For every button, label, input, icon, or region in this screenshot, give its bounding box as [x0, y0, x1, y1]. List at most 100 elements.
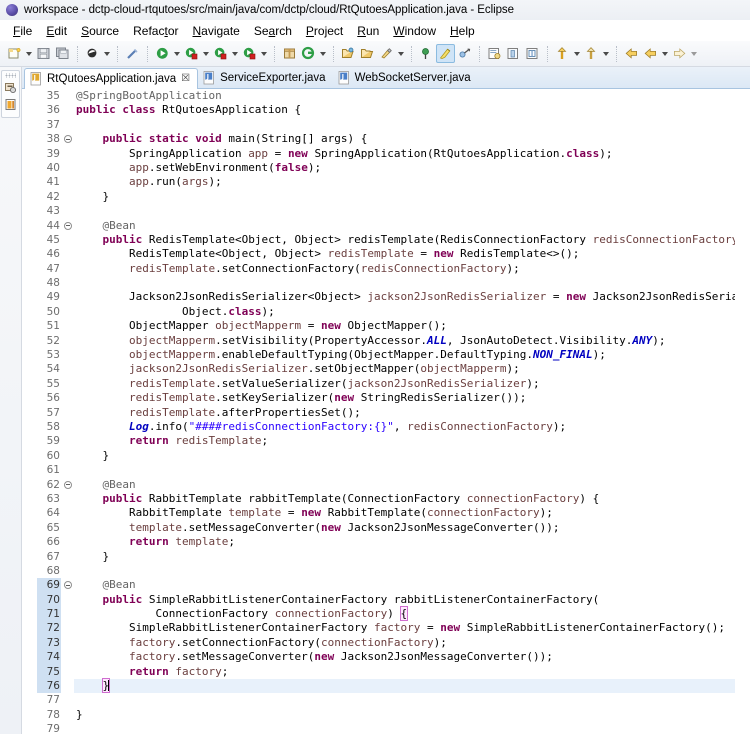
- code-line[interactable]: objectMapperm.enableDefaultTyping(Object…: [74, 348, 735, 362]
- overview-ruler[interactable]: [735, 89, 750, 734]
- code-line[interactable]: [74, 463, 735, 477]
- folding-row[interactable]: [63, 535, 74, 549]
- next-edit-dropdown-arrow[interactable]: [572, 44, 582, 63]
- folding-row[interactable]: [63, 391, 74, 405]
- code-line[interactable]: RabbitTemplate template = new RabbitTemp…: [74, 506, 735, 520]
- folding-row[interactable]: [63, 161, 74, 175]
- next-annotation-icon[interactable]: [485, 44, 504, 63]
- forward-nav-icon[interactable]: [670, 44, 689, 63]
- code-text-area[interactable]: @SpringBootApplication public class RtQut…: [74, 89, 735, 734]
- code-line[interactable]: app.setWebEnvironment(false);: [74, 161, 735, 175]
- code-line[interactable]: Object.class);: [74, 305, 735, 319]
- folding-row[interactable]: [63, 334, 74, 348]
- folding-row[interactable]: [63, 348, 74, 362]
- folding-row[interactable]: [63, 679, 74, 693]
- folding-row[interactable]: [63, 362, 74, 376]
- code-line[interactable]: [74, 722, 735, 734]
- fast-view-drag-handle[interactable]: [5, 73, 16, 78]
- code-line[interactable]: public static void main(String[] args) {: [74, 132, 735, 146]
- folding-row[interactable]: [63, 103, 74, 117]
- outline-view-icon[interactable]: [3, 97, 18, 112]
- debug-icon[interactable]: [153, 44, 172, 63]
- previous-edit-icon[interactable]: [582, 44, 601, 63]
- folding-row[interactable]: [63, 420, 74, 434]
- menu-run[interactable]: Run: [350, 24, 386, 38]
- forward-nav-dropdown-arrow[interactable]: [689, 44, 699, 63]
- debug-dropdown-arrow[interactable]: [172, 44, 182, 63]
- new-wizard-dropdown-arrow[interactable]: [24, 44, 34, 63]
- menu-help[interactable]: Help: [443, 24, 482, 38]
- code-line[interactable]: ObjectMapper objectMapperm = new ObjectM…: [74, 319, 735, 333]
- highlight-icon[interactable]: [436, 44, 455, 63]
- annotation-ruler[interactable]: [22, 89, 37, 734]
- code-line[interactable]: ConnectionFactory connectionFactory) {: [74, 606, 735, 622]
- run-dropdown-arrow[interactable]: [201, 44, 211, 63]
- last-edit-location-icon[interactable]: [523, 44, 542, 63]
- code-line[interactable]: redisTemplate.setConnectionFactory(redis…: [74, 262, 735, 276]
- code-line[interactable]: @Bean: [74, 578, 735, 592]
- folding-row[interactable]: [63, 434, 74, 448]
- code-line[interactable]: SpringApplication app = new SpringApplic…: [74, 147, 735, 161]
- save-all-icon[interactable]: [53, 44, 72, 63]
- back-icon[interactable]: [622, 44, 641, 63]
- code-line[interactable]: public RabbitTemplate rabbitTemplate(Con…: [74, 492, 735, 506]
- editor-tab-serviceexporter[interactable]: J ServiceExporter.java: [198, 67, 332, 88]
- package-explorer-icon[interactable]: [3, 80, 18, 95]
- folding-row[interactable]: [63, 506, 74, 520]
- code-line[interactable]: [74, 693, 735, 707]
- code-line[interactable]: factory.setConnectionFactory(connectionF…: [74, 636, 735, 650]
- save-icon[interactable]: [34, 44, 53, 63]
- code-line[interactable]: public RedisTemplate<Object, Object> red…: [74, 233, 736, 247]
- new-java-package-icon[interactable]: [83, 44, 102, 63]
- skip-all-breakpoints-icon[interactable]: [455, 44, 474, 63]
- collapse-icon[interactable]: [64, 581, 72, 590]
- next-edit-icon[interactable]: [553, 44, 572, 63]
- code-line[interactable]: public SimpleRabbitListenerContainerFact…: [74, 593, 735, 607]
- code-line[interactable]: redisTemplate.setValueSerializer(jackson…: [74, 377, 735, 391]
- menu-window[interactable]: Window: [386, 24, 443, 38]
- new-wizard-icon[interactable]: [5, 44, 24, 63]
- folding-row[interactable]: [63, 593, 74, 607]
- folding-row[interactable]: [63, 607, 74, 621]
- menu-search[interactable]: Search: [247, 24, 299, 38]
- folding-row[interactable]: [63, 722, 74, 734]
- search-icon[interactable]: [377, 44, 396, 63]
- open-type-icon[interactable]: [339, 44, 358, 63]
- folding-row[interactable]: [63, 463, 74, 477]
- menu-source[interactable]: Source: [74, 24, 126, 38]
- menu-edit[interactable]: Edit: [39, 24, 74, 38]
- menu-file[interactable]: File: [6, 24, 39, 38]
- code-line[interactable]: [74, 204, 735, 218]
- forward-dropdown-arrow[interactable]: [660, 44, 670, 63]
- folding-row[interactable]: [63, 693, 74, 707]
- run-external-tools-icon[interactable]: [211, 44, 230, 63]
- run-external-tools-dropdown-arrow[interactable]: [230, 44, 240, 63]
- code-line[interactable]: @SpringBootApplication: [74, 89, 735, 103]
- code-line[interactable]: objectMapperm.setVisibility(PropertyAcce…: [74, 334, 735, 348]
- folding-row[interactable]: [63, 665, 74, 679]
- code-line[interactable]: return factory;: [74, 665, 735, 679]
- menu-navigate[interactable]: Navigate: [185, 24, 246, 38]
- forward-icon[interactable]: [641, 44, 660, 63]
- new-java-package-dropdown-arrow[interactable]: [102, 44, 112, 63]
- folding-row[interactable]: [63, 492, 74, 506]
- folding-row[interactable]: [63, 319, 74, 333]
- folding-row[interactable]: [63, 708, 74, 722]
- folding-row[interactable]: [63, 147, 74, 161]
- folding-row[interactable]: [63, 132, 74, 146]
- folding-row[interactable]: [63, 636, 74, 650]
- folding-row[interactable]: [63, 190, 74, 204]
- code-line[interactable]: RedisTemplate<Object, Object> redisTempl…: [74, 247, 735, 261]
- folding-row[interactable]: [63, 550, 74, 564]
- folding-row[interactable]: [63, 449, 74, 463]
- code-line[interactable]: }: [74, 708, 735, 722]
- folding-row[interactable]: [63, 262, 74, 276]
- code-line[interactable]: [74, 276, 735, 290]
- folding-row[interactable]: [63, 175, 74, 189]
- new-package-icon[interactable]: [280, 44, 299, 63]
- code-line[interactable]: Jackson2JsonRedisSerializer<Object> jack…: [74, 290, 735, 304]
- code-line[interactable]: return redisTemplate;: [74, 434, 735, 448]
- folding-row[interactable]: [63, 219, 74, 233]
- folding-row[interactable]: [63, 118, 74, 132]
- code-line[interactable]: redisTemplate.setKeySerializer(new Strin…: [74, 391, 735, 405]
